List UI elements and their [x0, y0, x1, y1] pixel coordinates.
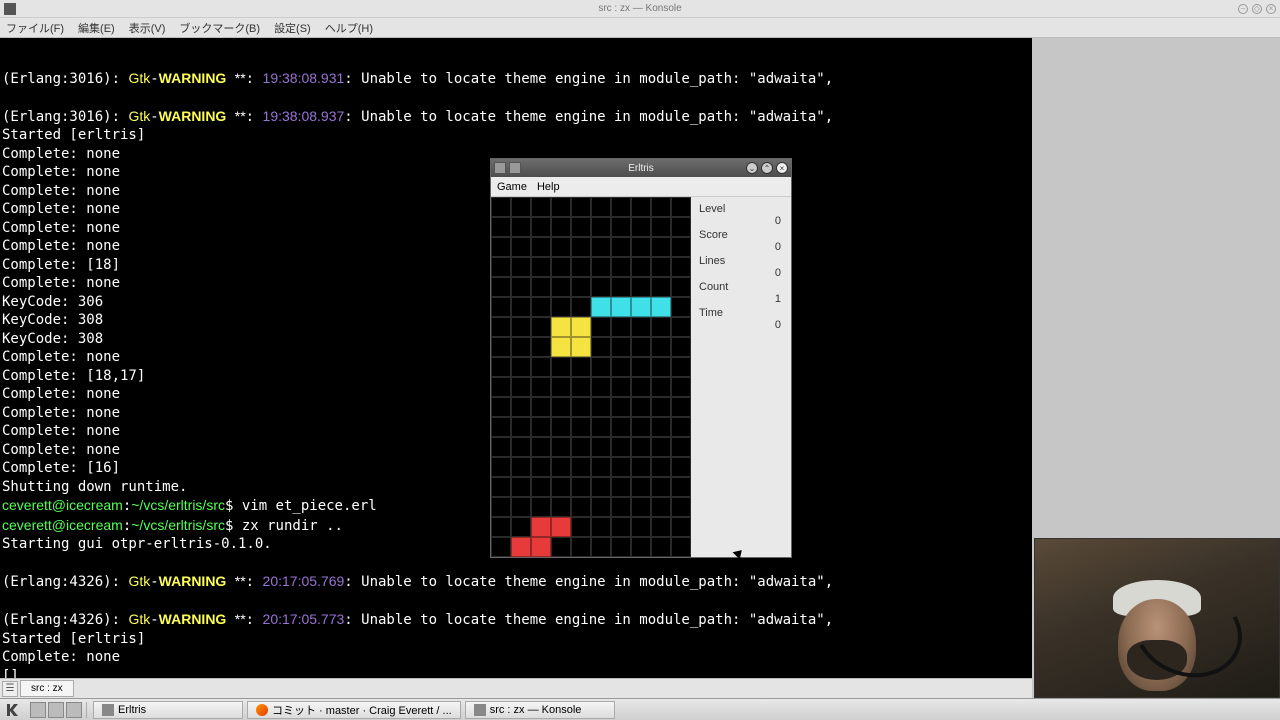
erltris-maximize-icon[interactable]: ⌃ [761, 162, 773, 174]
task-konsole[interactable]: src : zx — Konsole [465, 701, 615, 719]
minimize-icon[interactable]: – [1238, 4, 1248, 14]
window-title: src : zx — Konsole [598, 3, 681, 14]
level-value: 0 [699, 215, 783, 227]
konsole-icon [4, 3, 16, 15]
taskbar: Erltris コミット · master · Craig Everett / … [0, 698, 1280, 720]
time-value: 0 [699, 319, 783, 331]
tetris-board[interactable] [491, 197, 691, 557]
maximize-icon[interactable]: ◇ [1252, 4, 1262, 14]
menu-help[interactable]: ヘルプ(H) [325, 20, 373, 36]
terminal-tabbar: ☰ src : zx [0, 678, 1032, 698]
task-erltris[interactable]: Erltris [93, 701, 243, 719]
tetris-cell [511, 537, 531, 557]
menu-settings[interactable]: 設定(S) [274, 20, 311, 36]
tetris-cell [531, 517, 551, 537]
tetris-cell [551, 317, 571, 337]
app-icon [102, 704, 114, 716]
count-label: Count [699, 281, 783, 293]
menu-edit[interactable]: 編集(E) [78, 20, 115, 36]
erltris-titlebar[interactable]: Erltris ⌄ ⌃ × [491, 159, 791, 177]
erltris-minimize-icon[interactable]: ⌄ [746, 162, 758, 174]
level-label: Level [699, 203, 783, 215]
task-firefox[interactable]: コミット · master · Craig Everett / ... [247, 701, 461, 719]
count-value: 1 [699, 293, 783, 305]
task-label: src : zx — Konsole [490, 704, 582, 716]
tetris-grid [491, 197, 691, 557]
launcher-icon[interactable] [30, 702, 46, 718]
launcher-icon[interactable] [66, 702, 82, 718]
menu-view[interactable]: 表示(V) [129, 20, 166, 36]
score-value: 0 [699, 241, 783, 253]
close-icon[interactable]: × [1266, 4, 1276, 14]
task-label: Erltris [118, 704, 146, 716]
quick-launch [26, 702, 87, 718]
launcher-icon[interactable] [48, 702, 64, 718]
tetris-cell [631, 297, 651, 317]
tetris-cell [611, 297, 631, 317]
erltris-window[interactable]: Erltris ⌄ ⌃ × Game Help Level0 Score0 Li… [490, 158, 792, 558]
window-menu-icon[interactable] [494, 162, 506, 174]
lines-label: Lines [699, 255, 783, 267]
erltris-menu-help[interactable]: Help [537, 181, 560, 193]
erltris-menubar: Game Help [491, 177, 791, 197]
pin-icon[interactable] [509, 162, 521, 174]
lines-value: 0 [699, 267, 783, 279]
tetris-cell [531, 537, 551, 557]
task-label: コミット · master · Craig Everett / ... [272, 702, 452, 718]
new-tab-button[interactable]: ☰ [2, 681, 18, 697]
erltris-menu-game[interactable]: Game [497, 181, 527, 193]
time-label: Time [699, 307, 783, 319]
menu-bookmarks[interactable]: ブックマーク(B) [179, 20, 260, 36]
kde-logo-icon[interactable] [4, 701, 22, 719]
tetris-cell [551, 337, 571, 357]
desktop-titlebar: src : zx — Konsole – ◇ × [0, 0, 1280, 18]
window-controls: – ◇ × [1238, 4, 1276, 14]
erltris-stats: Level0 Score0 Lines0 Count1 Time0 [691, 197, 791, 557]
menu-file[interactable]: ファイル(F) [6, 20, 64, 36]
konsole-menubar: ファイル(F) 編集(E) 表示(V) ブックマーク(B) 設定(S) ヘルプ(… [0, 18, 1280, 38]
tetris-cell [551, 517, 571, 537]
score-label: Score [699, 229, 783, 241]
tetris-cell [571, 317, 591, 337]
tetris-cell [571, 337, 591, 357]
tetris-cell [651, 297, 671, 317]
konsole-icon [474, 704, 486, 716]
tetris-cell [591, 297, 611, 317]
terminal-tab[interactable]: src : zx [20, 680, 74, 697]
firefox-icon [256, 704, 268, 716]
webcam-overlay [1034, 538, 1280, 698]
erltris-close-icon[interactable]: × [776, 162, 788, 174]
erltris-title: Erltris [628, 163, 654, 174]
